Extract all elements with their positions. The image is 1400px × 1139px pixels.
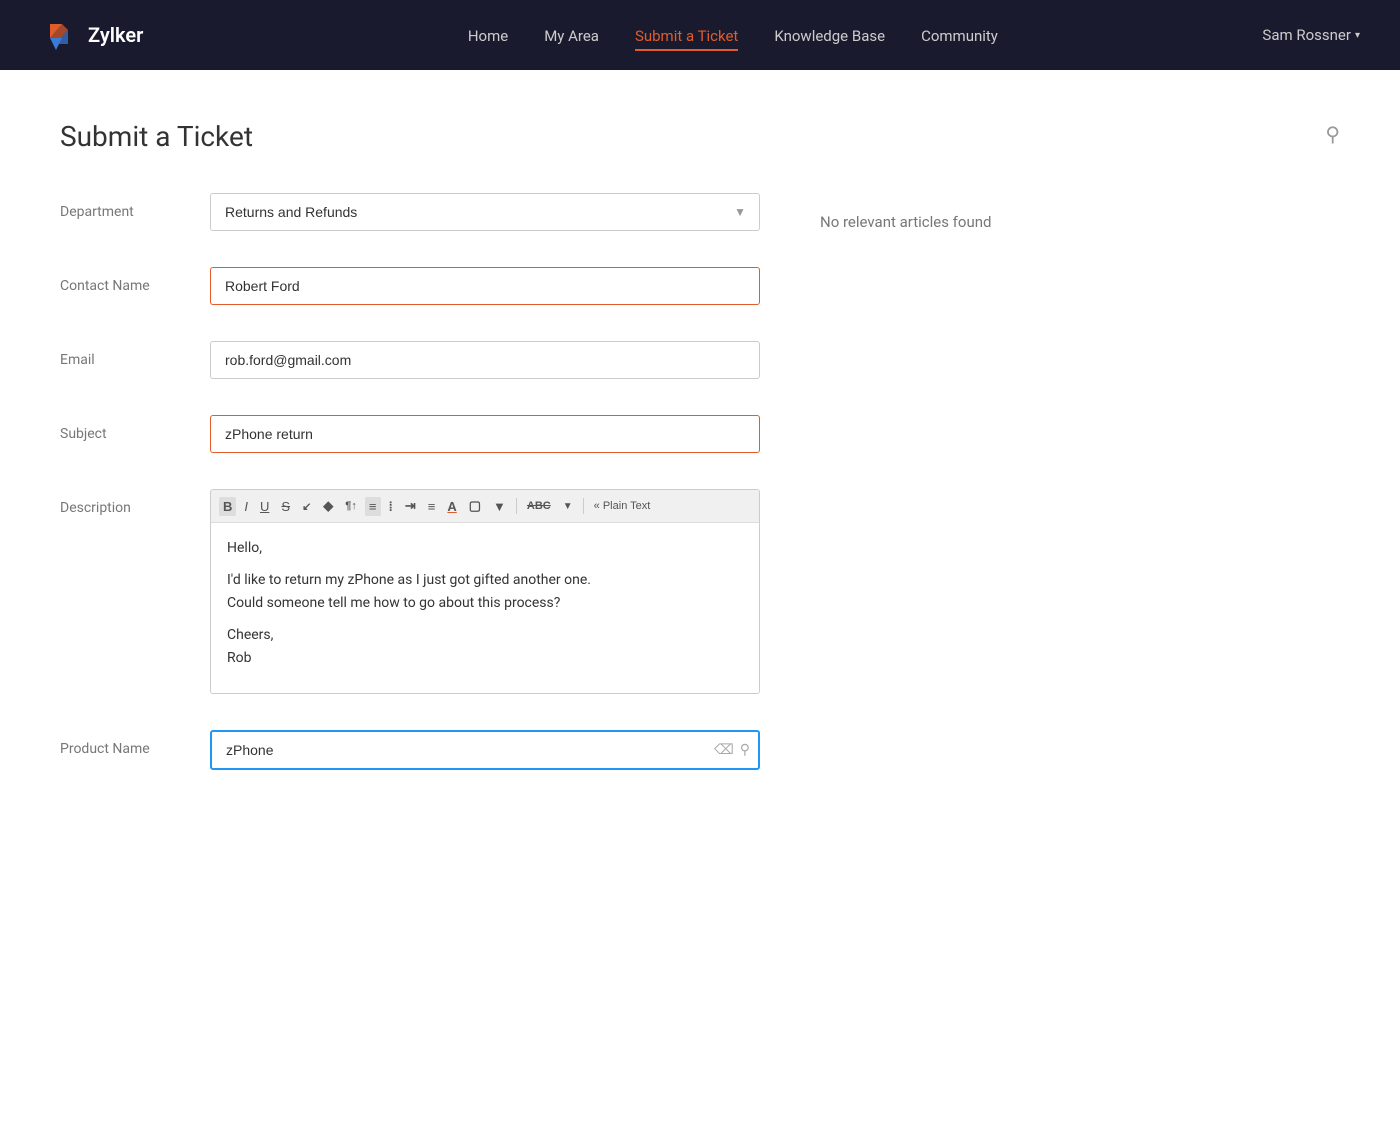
- toolbar-image-button[interactable]: ▢: [465, 496, 485, 516]
- toolbar-strike-button[interactable]: S: [277, 497, 294, 516]
- toolbar-indent-button[interactable]: ⇥: [401, 496, 420, 516]
- nav-item-home[interactable]: Home: [468, 26, 508, 45]
- email-label: Email: [60, 341, 180, 371]
- toolbar-bold-button[interactable]: B: [219, 497, 236, 516]
- page-title: Submit a Ticket: [60, 120, 1340, 153]
- no-articles-text: No relevant articles found: [820, 213, 1340, 231]
- toolbar-abc-dropdown[interactable]: ▼: [559, 499, 577, 514]
- nav-item-my-area[interactable]: My Area: [544, 26, 599, 45]
- nav-links: Home My Area Submit a Ticket Knowledge B…: [203, 26, 1262, 45]
- user-menu-chevron-icon: ▾: [1355, 30, 1360, 41]
- product-name-row: Product Name ⌫ ⚲: [60, 730, 760, 770]
- navbar: Zylker Home My Area Submit a Ticket Know…: [0, 0, 1400, 70]
- sidebar-section: No relevant articles found: [820, 193, 1340, 806]
- product-name-field: ⌫ ⚲: [210, 730, 760, 770]
- brand-name: Zylker: [88, 23, 143, 47]
- department-label: Department: [60, 193, 180, 223]
- toolbar-center-button[interactable]: ≡: [424, 497, 440, 516]
- nav-link-home[interactable]: Home: [468, 27, 508, 45]
- subject-row: Subject: [60, 415, 760, 453]
- toolbar-highlight-button[interactable]: ◆: [319, 496, 337, 516]
- toolbar-para-button[interactable]: ¶↑: [341, 498, 361, 514]
- clear-input-icon[interactable]: ⌫: [714, 742, 734, 758]
- description-label: Description: [60, 489, 180, 519]
- product-input-wrapper: ⌫ ⚲: [210, 730, 760, 770]
- nav-link-my-area[interactable]: My Area: [544, 27, 599, 45]
- subject-input[interactable]: [210, 415, 760, 453]
- toolbar-abc-button[interactable]: ABC: [523, 498, 555, 514]
- editor-container: B I U S ↙ ◆ ¶↑ ≡ ⁞ ⇥ ≡ A ▢: [210, 489, 760, 694]
- product-input-icons: ⌫ ⚲: [714, 742, 750, 758]
- editor-body[interactable]: Hello, I'd like to return my zPhone as I…: [211, 523, 759, 693]
- search-icon[interactable]: ⚲: [1325, 122, 1340, 146]
- toolbar-list-button[interactable]: ⁞: [385, 497, 397, 516]
- nav-link-knowledge-base[interactable]: Knowledge Base: [774, 27, 885, 45]
- logo-icon: [40, 16, 78, 54]
- user-menu[interactable]: Sam Rossner ▾: [1262, 26, 1360, 44]
- description-field: B I U S ↙ ◆ ¶↑ ≡ ⁞ ⇥ ≡ A ▢: [210, 489, 760, 694]
- contact-name-input[interactable]: [210, 267, 760, 305]
- toolbar-separator-2: [583, 498, 584, 514]
- contact-name-row: Contact Name: [60, 267, 760, 305]
- department-row: Department Returns and Refunds Technical…: [60, 193, 760, 231]
- brand[interactable]: Zylker: [40, 16, 143, 54]
- department-select[interactable]: Returns and Refunds Technical Support Bi…: [210, 193, 760, 231]
- user-name: Sam Rossner: [1262, 26, 1351, 44]
- toolbar-underline-button[interactable]: U: [256, 497, 273, 516]
- nav-link-submit-ticket[interactable]: Submit a Ticket: [635, 27, 738, 51]
- form-layout: Department Returns and Refunds Technical…: [60, 193, 1340, 806]
- toolbar-align-left-button[interactable]: ≡: [365, 497, 381, 516]
- product-name-input[interactable]: [210, 730, 760, 770]
- email-input[interactable]: [210, 341, 760, 379]
- toolbar-separator: [516, 498, 517, 514]
- editor-toolbar: B I U S ↙ ◆ ¶↑ ≡ ⁞ ⇥ ≡ A ▢: [211, 490, 759, 523]
- product-name-label: Product Name: [60, 730, 180, 760]
- contact-name-field: [210, 267, 760, 305]
- toolbar-italic-button[interactable]: I: [240, 497, 252, 516]
- main-content: Submit a Ticket ⚲ Department Returns and…: [0, 70, 1400, 1139]
- description-row: Description B I U S ↙ ◆ ¶↑ ≡ ⁞: [60, 489, 760, 694]
- form-section: Department Returns and Refunds Technical…: [60, 193, 760, 806]
- nav-item-community[interactable]: Community: [921, 26, 998, 45]
- toolbar-plain-text-button[interactable]: « Plain Text: [590, 498, 655, 514]
- department-select-wrapper: Returns and Refunds Technical Support Bi…: [210, 193, 760, 231]
- nav-item-knowledge-base[interactable]: Knowledge Base: [774, 26, 885, 45]
- search-product-icon[interactable]: ⚲: [740, 742, 750, 758]
- toolbar-outdent-button[interactable]: ↙: [298, 498, 315, 515]
- contact-name-label: Contact Name: [60, 267, 180, 297]
- email-field: [210, 341, 760, 379]
- toolbar-font-color-button[interactable]: A: [443, 497, 460, 516]
- toolbar-more-button[interactable]: ▼: [489, 497, 510, 516]
- email-row: Email: [60, 341, 760, 379]
- subject-field: [210, 415, 760, 453]
- subject-label: Subject: [60, 415, 180, 445]
- nav-link-community[interactable]: Community: [921, 27, 998, 45]
- nav-item-submit-ticket[interactable]: Submit a Ticket: [635, 26, 738, 45]
- department-field: Returns and Refunds Technical Support Bi…: [210, 193, 760, 231]
